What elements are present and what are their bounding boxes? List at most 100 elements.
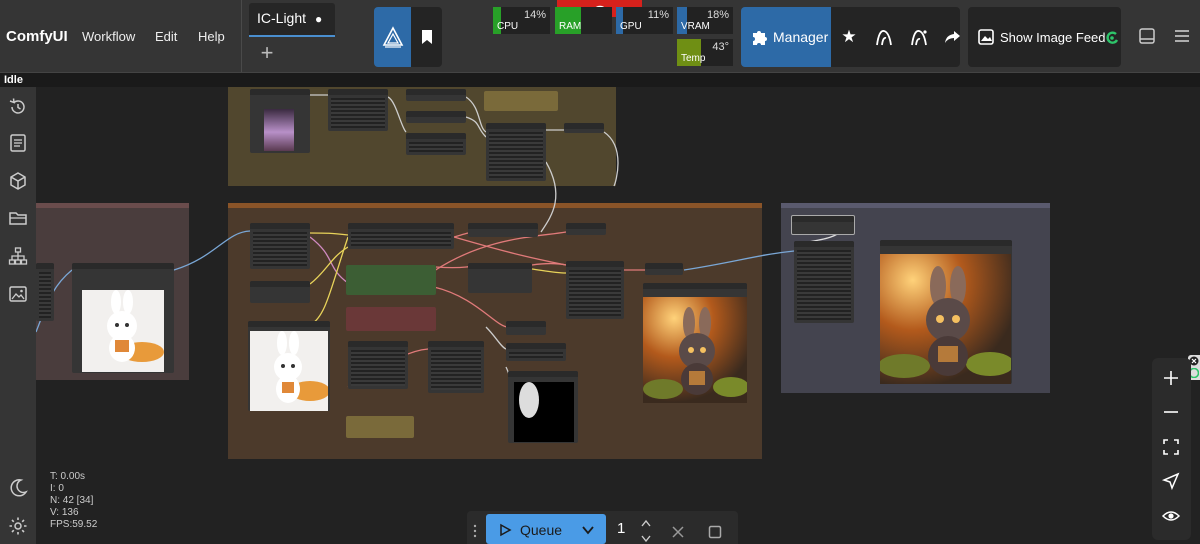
queue-label: Queue — [520, 522, 563, 538]
tab-label: IC-Light — [257, 10, 307, 26]
node-center-12[interactable] — [645, 263, 683, 275]
workflow-share-icon[interactable] — [873, 26, 895, 48]
menu-divider — [241, 0, 242, 72]
node-center-8[interactable] — [506, 321, 546, 335]
model-library-icon[interactable] — [7, 170, 29, 192]
node-top-2[interactable] — [328, 89, 388, 131]
node-center-7[interactable] — [468, 263, 532, 293]
node-top-3[interactable] — [406, 89, 466, 101]
fit-view-icon[interactable] — [1160, 436, 1182, 458]
status-row: Idle — [0, 72, 1200, 87]
cpu-monitor: CPU 14% — [493, 7, 550, 34]
zoom-in-icon[interactable] — [1160, 367, 1182, 389]
manager-label: Manager — [773, 29, 829, 45]
node-center-10[interactable] — [566, 223, 606, 235]
vram-value: 18% — [706, 9, 729, 21]
queue-list-icon[interactable] — [7, 132, 29, 154]
canvas-view-tools — [1152, 358, 1191, 540]
node-top-note[interactable] — [484, 91, 558, 111]
gpu-label: GPU — [620, 21, 642, 32]
node-center-5[interactable] — [428, 341, 484, 393]
node-center-1[interactable] — [250, 223, 310, 269]
vram-monitor: VRAM 18% — [677, 7, 733, 34]
node-graph-canvas[interactable]: T: 0.00s I: 0 N: 42 [34] V: 136 FPS:59.5… — [36, 87, 1200, 544]
quick-actions-group: ★ — [831, 7, 960, 67]
preview-image-bunny-final — [880, 254, 1011, 384]
queue-button[interactable]: Queue — [486, 514, 606, 544]
node-top-4[interactable] — [406, 111, 466, 123]
bunny-figure-final — [880, 266, 1011, 378]
node-top-6[interactable] — [486, 123, 546, 181]
node-right-1[interactable] — [791, 215, 855, 235]
node-center-3[interactable] — [348, 223, 454, 249]
workspace-logo-button[interactable] — [374, 7, 411, 67]
preview-image-bunny-plain — [82, 290, 164, 372]
performance-stats: T: 0.00s I: 0 N: 42 [34] V: 136 FPS:59.5… — [50, 471, 97, 531]
cancel-x-icon[interactable] — [671, 525, 685, 539]
stat-fps: FPS:59.52 — [50, 519, 98, 530]
zoom-out-icon[interactable] — [1160, 401, 1182, 423]
top-menubar: ComfyUI Workflow Edit Help IC-Light ● + … — [0, 0, 1200, 72]
stat-vertices: V: 136 — [50, 507, 79, 518]
node-center-9[interactable] — [506, 343, 566, 361]
workflows-folder-icon[interactable] — [7, 207, 29, 229]
mask-shape — [519, 382, 539, 418]
workflow-alt-icon[interactable] — [908, 26, 930, 48]
node-center-green[interactable] — [346, 265, 436, 295]
node-left-a[interactable] — [36, 263, 54, 321]
history-icon[interactable] — [7, 96, 29, 118]
image-feed-label: Show Image Feed — [1000, 30, 1106, 45]
bunny-figure-relit — [643, 307, 747, 399]
bunny-figure — [107, 290, 164, 362]
tab-ic-light[interactable]: IC-Light ● — [249, 3, 335, 37]
stat-iterations: I: 0 — [50, 483, 64, 494]
node-library-icon[interactable] — [7, 245, 29, 267]
increment-icon[interactable] — [641, 519, 651, 527]
stat-nodes: N: 42 [34] — [50, 495, 94, 506]
node-center-red[interactable] — [346, 307, 436, 331]
queue-toolbar: Queue 1 — [467, 511, 738, 544]
select-mode-icon[interactable] — [1160, 470, 1182, 492]
theme-toggle-icon[interactable] — [7, 477, 29, 499]
gpu-value: 11% — [647, 9, 669, 21]
preview-image-portrait — [264, 109, 294, 151]
node-center-2[interactable] — [250, 281, 310, 303]
crystools-logo-icon — [1106, 31, 1119, 44]
node-center-11[interactable] — [566, 261, 624, 319]
menu-edit[interactable]: Edit — [155, 29, 177, 44]
batch-count-input[interactable]: 1 — [617, 520, 625, 537]
star-icon[interactable]: ★ — [838, 26, 860, 48]
bookmark-icon — [422, 30, 432, 44]
manager-button[interactable]: Manager — [741, 7, 831, 67]
unsaved-dot-icon: ● — [315, 12, 323, 26]
node-center-note[interactable] — [346, 416, 414, 438]
new-tab-plus-icon[interactable]: + — [257, 42, 277, 64]
preview-image-bunny-relit — [643, 297, 747, 403]
settings-icon[interactable] — [7, 515, 29, 537]
ram-monitor: RAM — [555, 7, 612, 34]
menu-workflow[interactable]: Workflow — [82, 29, 135, 44]
toggle-bottom-panel-icon[interactable] — [1138, 27, 1156, 45]
stat-time: T: 0.00s — [50, 471, 86, 482]
bookmark-button[interactable] — [411, 7, 442, 67]
puzzle-piece-icon — [753, 31, 767, 45]
toggle-link-visibility-icon[interactable] — [1160, 505, 1182, 527]
share-arrow-icon[interactable] — [941, 26, 963, 48]
drag-handle-icon[interactable] — [472, 523, 478, 539]
templates-icon[interactable] — [7, 283, 29, 305]
menu-help[interactable]: Help — [198, 29, 225, 44]
decrement-icon[interactable] — [641, 535, 651, 543]
node-top-5[interactable] — [406, 133, 466, 155]
temp-value: 43° — [712, 41, 729, 53]
cpu-value: 14% — [523, 9, 546, 21]
chevron-down-icon[interactable] — [581, 523, 595, 537]
show-image-feed-button[interactable]: Show Image Feed — [968, 7, 1121, 67]
hamburger-menu-icon[interactable] — [1173, 27, 1191, 45]
node-center-6[interactable] — [468, 223, 538, 237]
node-right-2[interactable] — [794, 241, 854, 323]
clear-queue-square-icon[interactable] — [708, 525, 722, 539]
node-top-7[interactable] — [564, 123, 604, 133]
node-center-4[interactable] — [348, 341, 408, 389]
app-logo[interactable]: ComfyUI — [6, 28, 68, 45]
temp-label: Temp — [681, 53, 706, 64]
